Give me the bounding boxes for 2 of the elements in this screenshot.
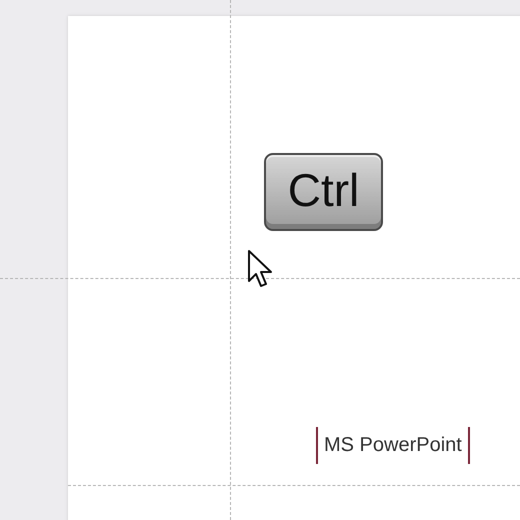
caption-text: MS PowerPoint (316, 427, 470, 464)
ctrl-key: Ctrl (264, 153, 383, 231)
